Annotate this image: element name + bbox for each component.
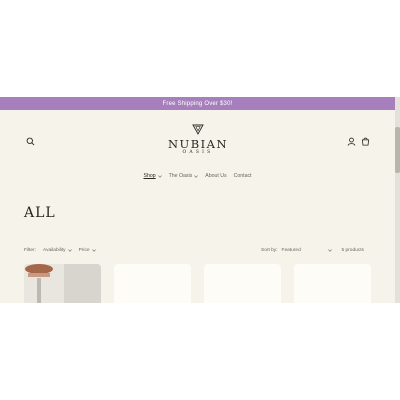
price-filter[interactable]: Price: [79, 248, 96, 253]
logo-wordmark: NUBIAN: [167, 137, 229, 151]
sort-value: Featured: [281, 248, 301, 253]
collection-title: ALL: [24, 205, 56, 221]
product-image: [24, 264, 101, 303]
nav-item-about-us[interactable]: About Us: [205, 173, 226, 179]
availability-label: Availability: [43, 248, 66, 253]
product-card[interactable]: [114, 264, 191, 303]
page-scrollbar[interactable]: [395, 97, 400, 303]
scrollbar-thumb[interactable]: [395, 127, 400, 173]
nav-label: The Oasis: [168, 173, 193, 179]
nav-item-shop[interactable]: Shop: [144, 173, 162, 179]
nav-label: About Us: [205, 173, 227, 179]
cart-icon[interactable]: [361, 137, 370, 146]
availability-filter[interactable]: Availability: [43, 248, 72, 253]
announcement-text: Free Shipping Over $30!: [162, 100, 233, 107]
announcement-bar: Free Shipping Over $30!: [0, 97, 395, 110]
nav-label: Contact: [233, 173, 252, 179]
account-icon[interactable]: [347, 137, 356, 146]
chevron-down-icon: [91, 249, 96, 252]
product-card[interactable]: [294, 264, 371, 303]
price-label: Price: [78, 248, 90, 253]
search-icon[interactable]: [26, 137, 35, 146]
filter-bar: Filter: Availability Price: [24, 248, 96, 253]
product-card[interactable]: [24, 264, 101, 303]
logo-triangle-icon: [192, 124, 204, 135]
main-navigation: Shop The Oasis About Us Contact: [0, 173, 395, 179]
sort-bar: Sort by: Featured 5 products: [261, 248, 364, 253]
product-card[interactable]: [204, 264, 281, 303]
chevron-down-icon: [194, 174, 199, 178]
nav-label: Shop: [143, 173, 156, 179]
chevron-down-icon: [327, 249, 332, 252]
nav-item-contact[interactable]: Contact: [234, 173, 252, 179]
store-logo[interactable]: NUBIAN OASIS: [162, 124, 234, 156]
chevron-down-icon: [157, 174, 162, 178]
sort-label: Sort by:: [261, 248, 278, 253]
sort-select[interactable]: Featured: [282, 248, 332, 253]
store-page: Free Shipping Over $30! NUBIAN OASIS Sho…: [0, 97, 395, 303]
nav-item-the-oasis[interactable]: The Oasis: [169, 173, 199, 179]
filter-label: Filter:: [24, 248, 36, 253]
chevron-down-icon: [67, 249, 72, 252]
product-count: 5 products: [341, 248, 364, 253]
